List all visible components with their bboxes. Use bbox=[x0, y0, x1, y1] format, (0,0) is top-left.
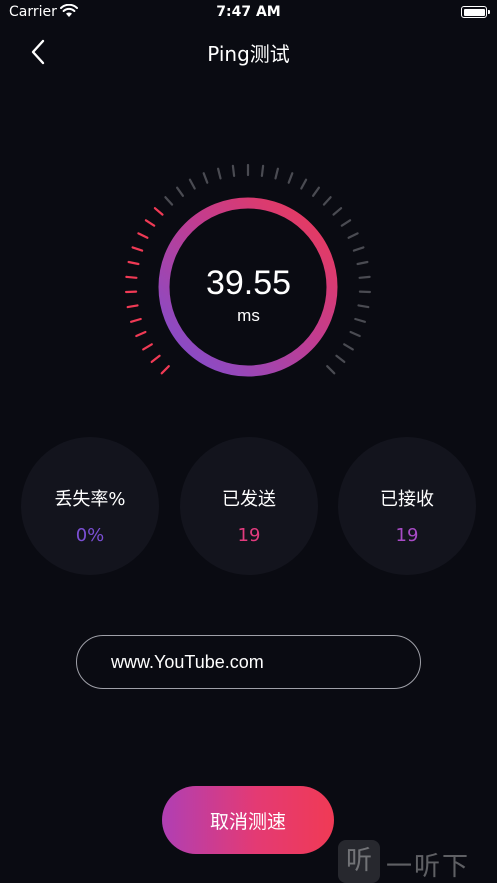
gauge-tick bbox=[335, 354, 346, 363]
status-bar: Carrier 7:47 AM bbox=[0, 0, 497, 26]
gauge-tick bbox=[217, 167, 222, 180]
stat-label: 已接收 bbox=[380, 489, 434, 510]
gauge-tick bbox=[164, 196, 174, 206]
host-url-input[interactable] bbox=[76, 635, 421, 689]
stat-packet-loss: 丢失率% 0% bbox=[21, 437, 159, 575]
gauge-tick bbox=[340, 219, 352, 227]
gauge-tick bbox=[202, 172, 209, 184]
gauge-tick bbox=[274, 167, 279, 180]
watermark-text: 一听下载 bbox=[386, 852, 471, 882]
gauge-tick bbox=[176, 186, 184, 197]
ping-unit: ms bbox=[237, 306, 260, 325]
battery-icon bbox=[461, 6, 490, 18]
gauge-tick bbox=[287, 172, 294, 184]
nav-bar: Ping测试 bbox=[0, 32, 497, 72]
cancel-test-button[interactable]: 取消测速 bbox=[162, 786, 334, 854]
page-title: Ping测试 bbox=[207, 42, 290, 66]
gauge-tick bbox=[131, 246, 144, 252]
stat-label: 已发送 bbox=[222, 489, 276, 510]
gauge-tick bbox=[322, 196, 332, 206]
watermark-logo: 听 bbox=[338, 840, 380, 883]
gauge-tick bbox=[349, 330, 361, 338]
stat-label: 丢失率% bbox=[54, 489, 126, 510]
gauge-tick bbox=[137, 232, 149, 239]
gauge-tick bbox=[300, 178, 308, 190]
gauge-tick bbox=[343, 343, 354, 351]
gauge-tick bbox=[160, 365, 170, 375]
gauge-tick bbox=[326, 365, 336, 375]
gauge-tick bbox=[312, 186, 320, 197]
gauge-tick bbox=[332, 207, 343, 216]
stat-value: 19 bbox=[237, 525, 261, 546]
stat-received: 已接收 19 bbox=[338, 437, 476, 575]
gauge-tick bbox=[231, 164, 236, 177]
status-time: 7:47 AM bbox=[216, 4, 281, 20]
ping-gauge: 39.55 ms bbox=[0, 150, 497, 410]
stat-sent: 已发送 19 bbox=[180, 437, 318, 575]
stat-value: 0% bbox=[75, 525, 105, 546]
gauge-tick bbox=[153, 207, 164, 216]
gauge-tick bbox=[188, 178, 196, 190]
gauge-tick bbox=[135, 330, 147, 338]
gauge-tick bbox=[352, 246, 365, 252]
gauge-tick bbox=[260, 164, 265, 177]
gauge-tick bbox=[142, 343, 153, 351]
gauge-tick bbox=[150, 354, 161, 363]
gauge-tick bbox=[347, 232, 359, 239]
ping-value: 39.55 bbox=[205, 264, 292, 302]
stat-value: 19 bbox=[395, 525, 419, 546]
watermark: 听 一听下载 bbox=[338, 840, 497, 883]
gauge-tick bbox=[144, 219, 156, 227]
